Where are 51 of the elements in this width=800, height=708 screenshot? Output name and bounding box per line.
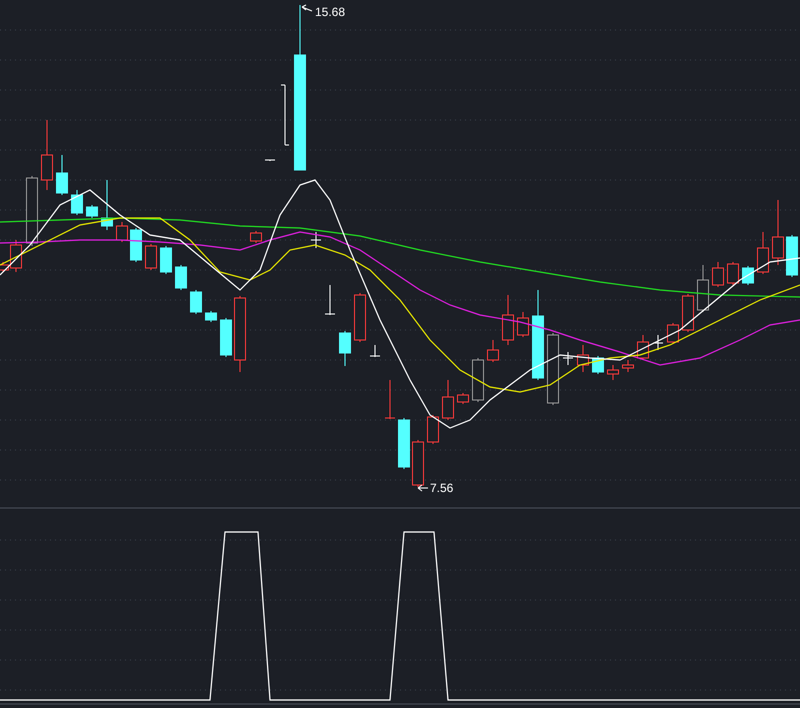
candlestick <box>71 190 83 216</box>
candlestick <box>517 312 529 338</box>
candlestick <box>667 322 679 344</box>
candlestick <box>757 232 769 274</box>
candlestick <box>472 358 484 402</box>
candlestick <box>175 264 187 290</box>
candlestick <box>457 392 469 404</box>
candlestick <box>682 294 694 332</box>
candlestick <box>727 262 739 286</box>
arrow-icon <box>418 484 428 492</box>
candlestick <box>577 344 589 372</box>
candlestick <box>41 120 53 190</box>
candlestick <box>384 380 396 420</box>
candlestick <box>502 294 514 346</box>
candlestick <box>742 266 754 286</box>
candlestick <box>160 246 172 274</box>
candlestick <box>412 440 424 488</box>
candlestick <box>101 180 113 230</box>
candlestick <box>116 222 128 242</box>
candlestick <box>442 380 454 420</box>
candlestick <box>562 352 574 366</box>
arrow-icon <box>302 4 312 12</box>
candlestick <box>26 176 38 246</box>
candlestick <box>354 292 366 342</box>
candlestick <box>190 290 202 314</box>
candlestick <box>772 200 784 266</box>
candlestick <box>310 232 322 248</box>
candlestick <box>86 204 98 218</box>
candlestick <box>487 340 499 362</box>
candlestick <box>205 310 217 322</box>
candlestick <box>786 234 798 278</box>
candlestick <box>56 154 68 196</box>
candlestick <box>607 364 619 380</box>
candlestick <box>622 360 634 372</box>
candlestick <box>712 262 724 288</box>
candlestick <box>398 418 410 470</box>
candlestick <box>220 318 232 358</box>
candlestick <box>339 330 351 366</box>
high-price-label: 15.68 <box>315 5 346 19</box>
candlestick <box>264 160 276 162</box>
candlestick <box>697 264 709 312</box>
candlestick <box>280 84 290 146</box>
candlestick <box>130 228 142 262</box>
candlestick <box>250 230 262 244</box>
low-price-label: 7.56 <box>430 481 454 495</box>
candlestick <box>652 334 664 350</box>
candlestick <box>145 244 157 270</box>
candlestick <box>637 334 649 360</box>
candlestick <box>324 284 336 316</box>
candlestick <box>370 344 380 358</box>
candlestick <box>427 414 439 444</box>
